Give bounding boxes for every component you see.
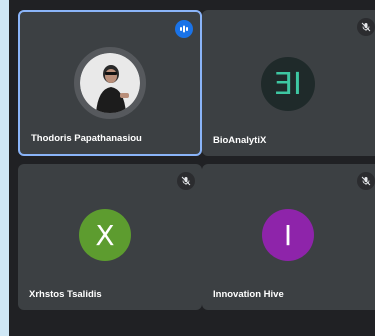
profile-photo [80, 53, 140, 113]
logo-text: ƎI [274, 66, 302, 102]
participant-tile[interactable]: I Innovation Hive [202, 164, 375, 310]
mic-off-icon [177, 172, 195, 190]
avatar-initial: I [283, 218, 293, 252]
participant-name: Thodoris Papathanasiou [31, 133, 142, 144]
logo-avatar: ƎI [261, 57, 315, 111]
speaking-indicator-icon [175, 20, 193, 38]
initial-avatar: I [262, 209, 314, 261]
initial-avatar: X [79, 209, 131, 261]
participant-tile[interactable]: Thodoris Papathanasiou [18, 10, 202, 156]
avatar [74, 47, 146, 119]
participant-tile[interactable]: X Xrhstos Tsalidis [18, 164, 202, 310]
participant-tile[interactable]: ƎI BioAnalytiX [202, 10, 375, 156]
participant-name: Xrhstos Tsalidis [29, 289, 102, 300]
participant-name: BioAnalytiX [213, 135, 267, 146]
mic-off-icon [357, 18, 375, 36]
mic-off-icon [357, 172, 375, 190]
side-panel-edge [0, 0, 9, 336]
avatar-initial: X [95, 218, 115, 252]
participant-grid: Thodoris Papathanasiou ƎI BioAnalytiX X … [9, 0, 375, 336]
participant-name: Innovation Hive [213, 289, 284, 300]
